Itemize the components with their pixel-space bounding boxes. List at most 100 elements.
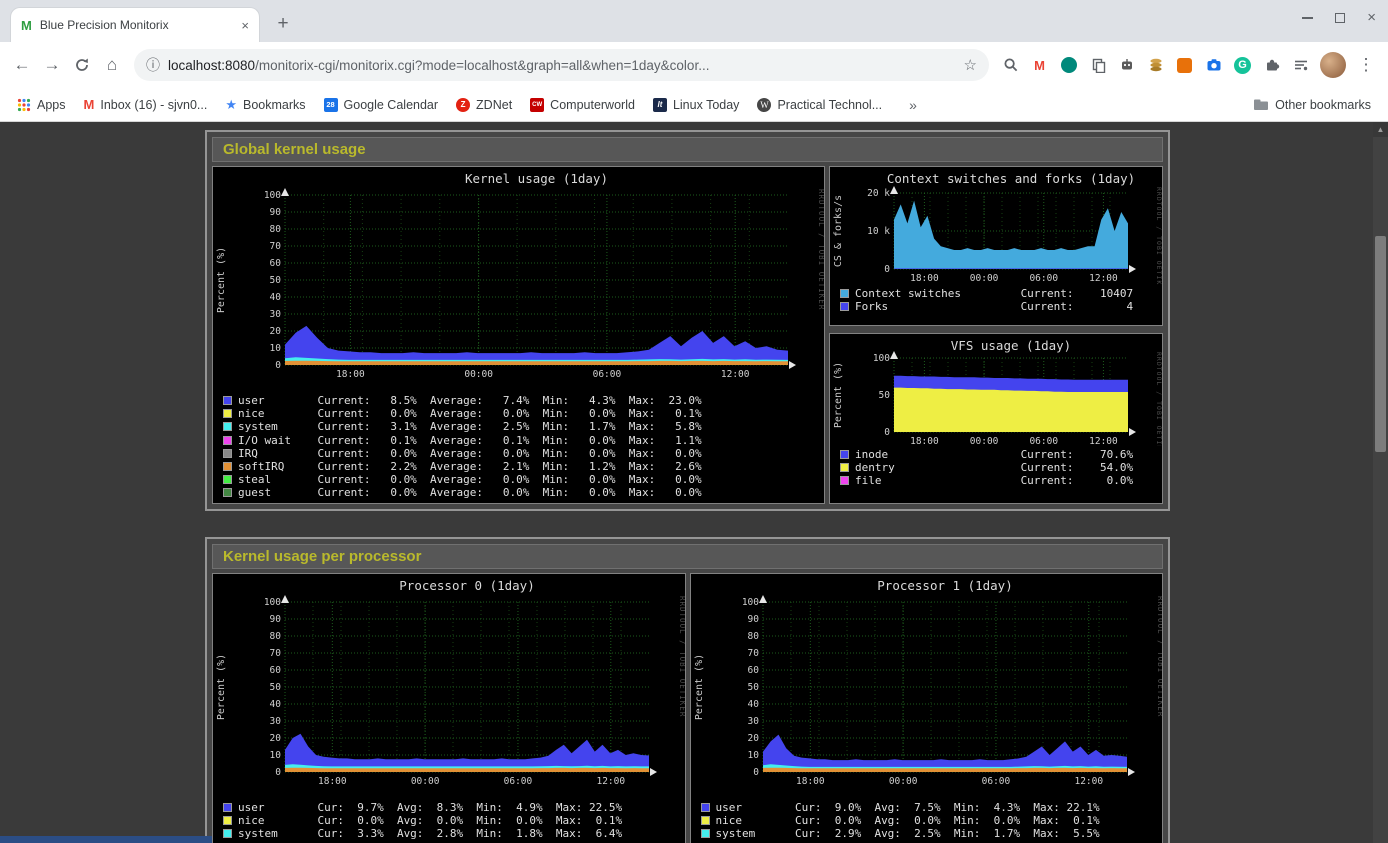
legend-color-swatch: [223, 829, 232, 838]
legend-text: guest Current: 0.0% Average: 0.0% Min: 0…: [238, 486, 702, 499]
svg-text:20 k: 20 k: [867, 188, 890, 199]
kernel-usage-graph[interactable]: 010203040506070809010018:0000:0006:0012:…: [212, 166, 825, 504]
gmail-m-glyph: M: [1034, 58, 1045, 73]
minimize-button[interactable]: [1302, 17, 1313, 19]
browser-tab[interactable]: M Blue Precision Monitorix ×: [10, 7, 260, 42]
svg-text:0: 0: [275, 767, 281, 778]
pocket-extension-icon[interactable]: [1171, 52, 1198, 79]
address-bar[interactable]: ⓘ localhost:8080/monitorix-cgi/monitorix…: [134, 49, 989, 81]
scrollbar-thumb[interactable]: [1375, 236, 1386, 452]
legend-row: user Cur: 9.0% Avg: 7.5% Min: 4.3% Max: …: [701, 801, 1163, 814]
legend-color-swatch: [223, 816, 232, 825]
bookmarks-overflow-icon[interactable]: »: [903, 97, 923, 113]
svg-text:0: 0: [753, 767, 759, 778]
svg-text:10 k: 10 k: [867, 226, 890, 237]
svg-text:80: 80: [270, 224, 282, 235]
bookmark-google-calendar[interactable]: 28 Google Calendar: [317, 95, 446, 115]
tab-close-icon[interactable]: ×: [241, 18, 249, 33]
svg-text:50: 50: [879, 390, 891, 401]
processor0-graph[interactable]: 010203040506070809010018:0000:0006:0012:…: [212, 573, 686, 843]
status-bubble: [0, 836, 212, 843]
copy-extension-icon[interactable]: [1084, 52, 1111, 79]
grammarly-extension-icon[interactable]: G: [1229, 52, 1256, 79]
legend-row: inode Current: 70.6%: [840, 448, 1162, 461]
folder-icon: [1253, 98, 1269, 111]
apps-shortcut[interactable]: Apps: [10, 95, 73, 115]
svg-text:40: 40: [747, 699, 759, 710]
home-button[interactable]: ⌂: [98, 51, 126, 79]
chart-legend: user Current: 8.5% Average: 7.4% Min: 4.…: [213, 392, 824, 500]
bookmark-bookmarks[interactable]: ★ Bookmarks: [218, 94, 312, 116]
forward-button[interactable]: →: [38, 51, 66, 79]
url-text[interactable]: localhost:8080/monitorix-cgi/monitorix.c…: [168, 58, 956, 73]
tab-title: Blue Precision Monitorix: [40, 18, 234, 32]
close-window-button[interactable]: ×: [1367, 13, 1376, 23]
vfs-usage-graph[interactable]: 05010018:0000:0006:0012:00VFS usage (1da…: [829, 333, 1163, 504]
legend-row: user Current: 8.5% Average: 7.4% Min: 4.…: [223, 394, 824, 407]
profile-avatar[interactable]: [1320, 52, 1346, 78]
legend-text: system Cur: 2.9% Avg: 2.5% Min: 1.7% Max…: [716, 827, 1100, 840]
search-extension-icon[interactable]: [997, 52, 1024, 79]
back-button[interactable]: ←: [8, 51, 36, 79]
reload-icon: [74, 57, 90, 73]
svg-text:12:00: 12:00: [721, 369, 750, 380]
bookmark-star-icon[interactable]: ☆: [964, 56, 977, 74]
svg-text:00:00: 00:00: [411, 776, 440, 787]
legend-row: system Cur: 3.3% Avg: 2.8% Min: 1.8% Max…: [223, 827, 685, 840]
legend-text: steal Current: 0.0% Average: 0.0% Min: 0…: [238, 473, 702, 486]
svg-text:Percent (%): Percent (%): [216, 654, 227, 720]
legend-text: user Cur: 9.0% Avg: 7.5% Min: 4.3% Max: …: [716, 801, 1100, 814]
svg-text:30: 30: [270, 716, 282, 727]
legend-color-swatch: [701, 816, 710, 825]
svg-text:10: 10: [747, 750, 759, 761]
browser-menu-icon[interactable]: ⋮: [1352, 51, 1380, 79]
context-switches-graph[interactable]: 010 k20 k18:0000:0006:0012:00Context swi…: [829, 166, 1163, 326]
bookmark-computerworld[interactable]: CW Computerworld: [523, 95, 642, 115]
gmail-extension-icon[interactable]: M: [1026, 52, 1053, 79]
svg-text:06:00: 06:00: [1029, 273, 1058, 284]
reload-button[interactable]: [68, 51, 96, 79]
legend-color-swatch: [840, 289, 849, 298]
legend-row: Forks Current: 4: [840, 300, 1162, 313]
svg-text:06:00: 06:00: [1029, 436, 1058, 446]
camera-extension-icon[interactable]: [1200, 52, 1227, 79]
svg-text:90: 90: [270, 207, 282, 218]
svg-text:RRDTOOL / TOBI OETIKER: RRDTOOL / TOBI OETIKER: [1155, 352, 1162, 446]
bookmark-inbox[interactable]: M Inbox (16) - sjvn0...: [77, 94, 215, 115]
chart-legend: user Cur: 9.7% Avg: 8.3% Min: 4.9% Max: …: [213, 799, 685, 843]
svg-text:Context switches and forks (1: Context switches and forks (1day): [887, 171, 1135, 186]
chart-ctx: 010 k20 k18:0000:0006:0012:00Context swi…: [830, 167, 1162, 285]
new-tab-button[interactable]: +: [268, 9, 298, 39]
scrollbar[interactable]: ▲: [1373, 122, 1388, 843]
bookmark-linux-today[interactable]: lt Linux Today: [646, 95, 747, 115]
bookmark-zdnet[interactable]: Z ZDNet: [449, 95, 519, 115]
svg-text:100: 100: [741, 597, 758, 608]
svg-text:60: 60: [747, 665, 759, 676]
legend-row: softIRQ Current: 2.2% Average: 2.1% Min:…: [223, 460, 824, 473]
chart-proc1: 010203040506070809010018:0000:0006:0012:…: [691, 574, 1163, 799]
robot-extension-icon[interactable]: [1113, 52, 1140, 79]
legend-color-swatch: [840, 463, 849, 472]
processor1-graph[interactable]: 010203040506070809010018:0000:0006:0012:…: [690, 573, 1164, 843]
svg-text:80: 80: [270, 631, 282, 642]
page-info-icon[interactable]: ⓘ: [146, 55, 160, 75]
other-bookmarks-button[interactable]: Other bookmarks: [1246, 95, 1378, 115]
voice-bubble-glyph: [1061, 57, 1077, 73]
voice-extension-icon[interactable]: [1055, 52, 1082, 79]
svg-text:06:00: 06:00: [981, 776, 1010, 787]
svg-text:18:00: 18:00: [318, 776, 347, 787]
scroll-up-icon[interactable]: ▲: [1373, 122, 1388, 137]
svg-text:100: 100: [264, 597, 281, 608]
bookmark-practical-technology[interactable]: W Practical Technol...: [750, 95, 889, 115]
chart-kernel: 010203040506070809010018:0000:0006:0012:…: [213, 167, 824, 392]
svg-text:30: 30: [270, 309, 282, 320]
legend-color-swatch: [701, 803, 710, 812]
legend-row: nice Current: 0.0% Average: 0.0% Min: 0.…: [223, 407, 824, 420]
maximize-button[interactable]: [1335, 13, 1345, 23]
reading-list-icon[interactable]: [1287, 52, 1314, 79]
legend-color-swatch: [223, 488, 232, 497]
extensions-puzzle-icon[interactable]: [1258, 52, 1285, 79]
stack-extension-icon[interactable]: [1142, 52, 1169, 79]
svg-text:12:00: 12:00: [1089, 436, 1118, 446]
grammarly-g-glyph: G: [1234, 57, 1251, 74]
